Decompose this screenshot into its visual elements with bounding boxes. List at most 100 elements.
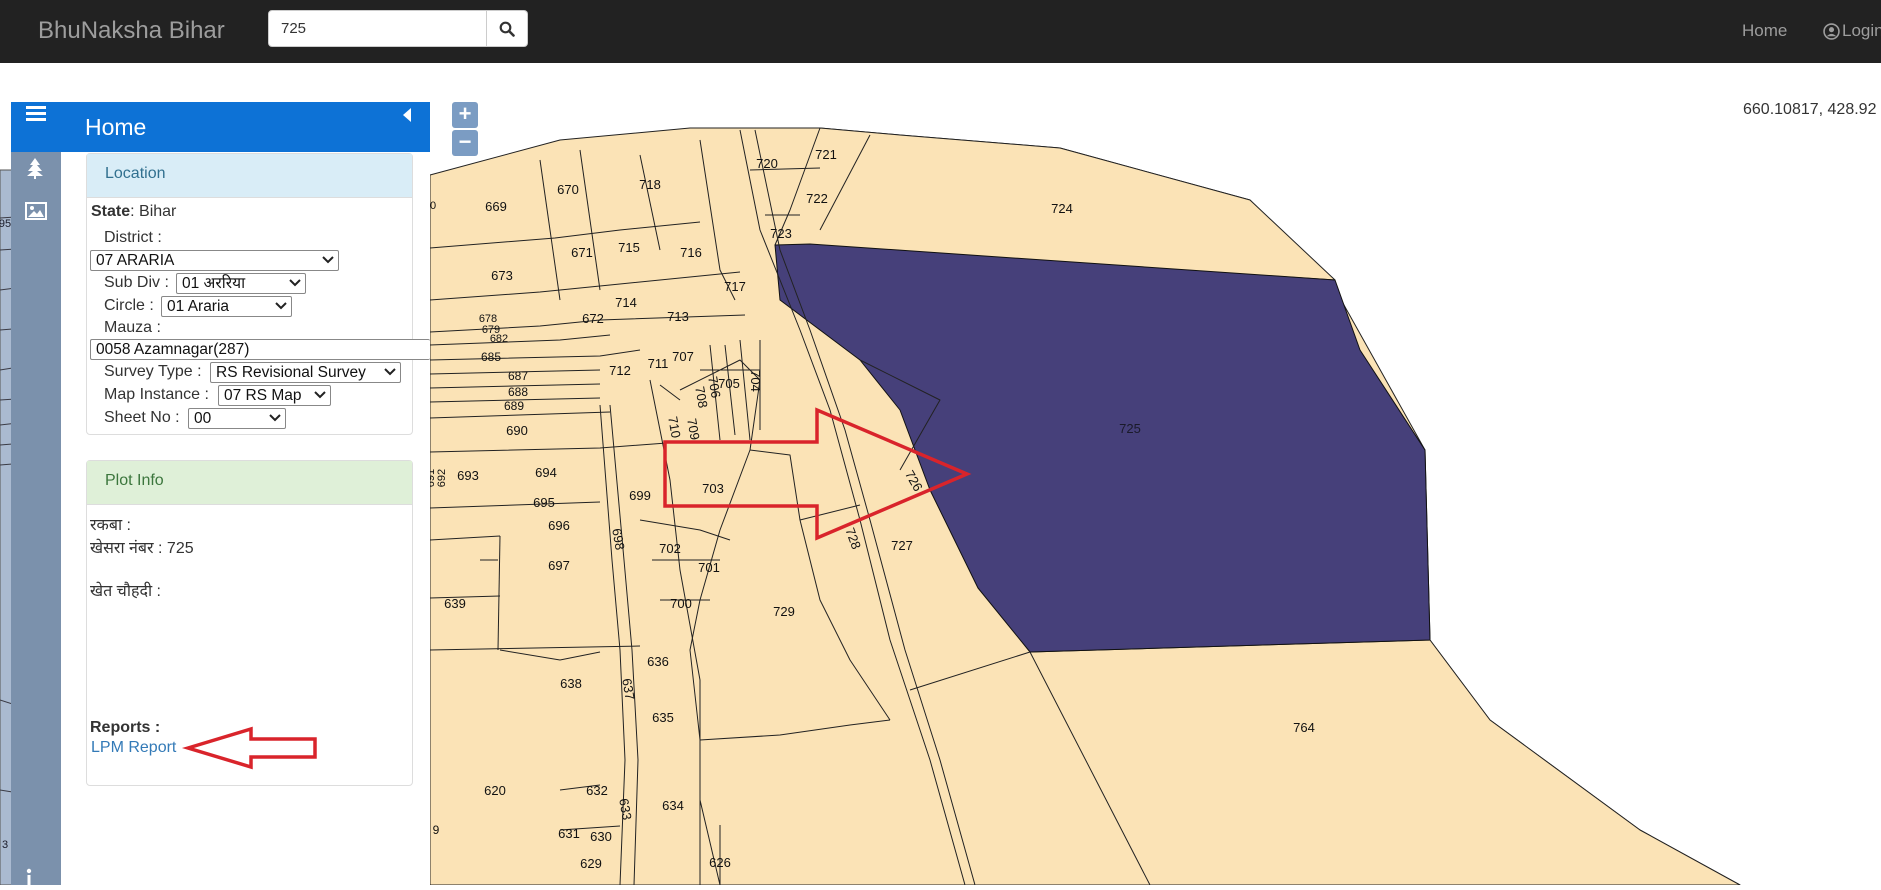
- plot-label: 720: [756, 156, 778, 171]
- search-input[interactable]: [268, 10, 487, 47]
- plot-label: 629: [580, 856, 602, 871]
- plot-label: 729: [773, 604, 795, 619]
- plot-label: 685: [481, 350, 501, 364]
- search-button[interactable]: [487, 10, 528, 47]
- tree-icon[interactable]: [25, 157, 45, 184]
- plot-label: 671: [571, 245, 593, 260]
- circle-label: Circle :: [104, 297, 154, 314]
- plot-label: 95: [0, 218, 11, 230]
- chevron-down-icon: [289, 279, 301, 287]
- menu-icon[interactable]: [26, 104, 46, 127]
- plot-label: 636: [647, 654, 669, 669]
- plot-label: 635: [652, 710, 674, 725]
- reports-label: Reports :: [90, 719, 161, 736]
- mauza-label: Mauza :: [104, 319, 161, 336]
- plot-label: 682: [490, 333, 508, 345]
- plot-label: 702: [659, 541, 681, 556]
- plot-764: [1029, 639, 1741, 885]
- plot-label: 9: [433, 823, 440, 837]
- plot-label: 725: [1119, 421, 1141, 436]
- chevron-down-icon: [314, 391, 326, 399]
- plot-label: 727: [891, 538, 913, 553]
- brand-title[interactable]: BhuNaksha Bihar: [38, 17, 225, 45]
- state-label: State: [91, 203, 131, 220]
- zoom-out-button[interactable]: −: [452, 130, 478, 156]
- plot-label: 723: [770, 226, 792, 241]
- plot-label: 639: [444, 596, 466, 611]
- nav-home-link[interactable]: Home: [1742, 21, 1787, 41]
- plot-label: 724: [1051, 201, 1073, 216]
- plot-label: 712: [609, 363, 631, 378]
- plot-label: 695: [533, 495, 555, 510]
- plot-label: 703: [702, 481, 724, 496]
- rakba-label: रकबा :: [90, 517, 132, 534]
- plot-label: 3: [2, 839, 8, 851]
- district-select[interactable]: 07 ARARIA: [90, 250, 339, 271]
- circle-select[interactable]: 01 Araria: [161, 296, 292, 317]
- lpm-report-link[interactable]: LPM Report: [91, 739, 176, 757]
- annotation-arrow-report: [181, 726, 317, 770]
- plot-label: 718: [639, 177, 661, 192]
- plot-label: 626: [709, 855, 731, 870]
- nav-login-link[interactable]: Login: [1823, 21, 1881, 41]
- chevron-down-icon: [269, 414, 281, 422]
- search-icon: [499, 21, 515, 37]
- map-instance-label: Map Instance :: [104, 386, 209, 403]
- state-row: State: Bihar: [91, 203, 176, 221]
- plot-label: 690: [506, 423, 528, 438]
- plot-label: 700: [670, 596, 692, 611]
- info-icon[interactable]: [25, 868, 33, 890]
- plot-label: 638: [560, 676, 582, 691]
- plot-label: 672: [582, 311, 604, 326]
- plot-label: 630: [590, 829, 612, 844]
- plot-label: 634: [662, 798, 684, 813]
- plot-label: 689: [504, 399, 524, 413]
- plot-label: 687: [508, 369, 528, 383]
- user-circle-icon: [1823, 22, 1840, 40]
- district-label: District :: [104, 229, 162, 246]
- top-navbar: BhuNaksha Bihar Home Login: [0, 0, 1881, 63]
- chevron-down-icon: [384, 368, 396, 376]
- map-instance-select[interactable]: 07 RS Map: [218, 385, 331, 406]
- plot-label: 632: [586, 783, 608, 798]
- map-coordinates: 660.10817, 428.92: [1743, 101, 1877, 118]
- image-icon[interactable]: [25, 202, 47, 225]
- plot-info-heading: Plot Info: [87, 461, 412, 505]
- plot-label: 707: [672, 349, 694, 364]
- plot-label: 0: [430, 200, 436, 212]
- plot-label: 711: [648, 356, 669, 371]
- khesra-number: खेसरा नंबर : 725: [90, 540, 194, 557]
- plot-label: 717: [724, 279, 746, 294]
- nav-login-label: Login: [1842, 21, 1881, 40]
- plot-label: 722: [806, 191, 828, 206]
- plot-label: 620: [484, 783, 506, 798]
- zoom-in-button[interactable]: +: [452, 102, 478, 128]
- mauza-input[interactable]: 0058 Azamnagar(287): [90, 339, 430, 360]
- survey-type-select[interactable]: RS Revisional Survey: [210, 362, 401, 383]
- collapse-panel-icon[interactable]: [401, 107, 413, 128]
- chevron-down-icon: [322, 256, 334, 264]
- sheet-no-select[interactable]: 00: [188, 408, 286, 429]
- panel-title: Home: [85, 114, 147, 140]
- plot-label: 716: [680, 245, 702, 260]
- plot-label: 764: [1293, 720, 1315, 735]
- plot-label: 699: [629, 488, 651, 503]
- plot-label: 688: [508, 385, 528, 399]
- plot-label: 673: [491, 268, 513, 283]
- plot-label: 631: [558, 826, 580, 841]
- chevron-down-icon: [275, 302, 287, 310]
- mauza-input-value: 0058 Azamnagar(287): [96, 341, 250, 358]
- map-instance-select-value: 07 RS Map: [224, 387, 302, 404]
- plot-label: 670: [557, 182, 579, 197]
- left-icon-rail: [11, 102, 61, 885]
- subdiv-select[interactable]: 01 अररिया: [176, 273, 306, 294]
- circle-select-value: 01 Araria: [167, 298, 230, 315]
- plot-label: 696: [548, 518, 570, 533]
- plot-label: 704: [748, 370, 763, 392]
- plot-label: 697: [548, 558, 570, 573]
- plot-label: 692: [436, 469, 448, 487]
- plot-label: 721: [815, 147, 837, 162]
- plot-label: 701: [698, 560, 720, 575]
- plot-label: 669: [485, 199, 507, 214]
- district-select-value: 07 ARARIA: [96, 252, 175, 269]
